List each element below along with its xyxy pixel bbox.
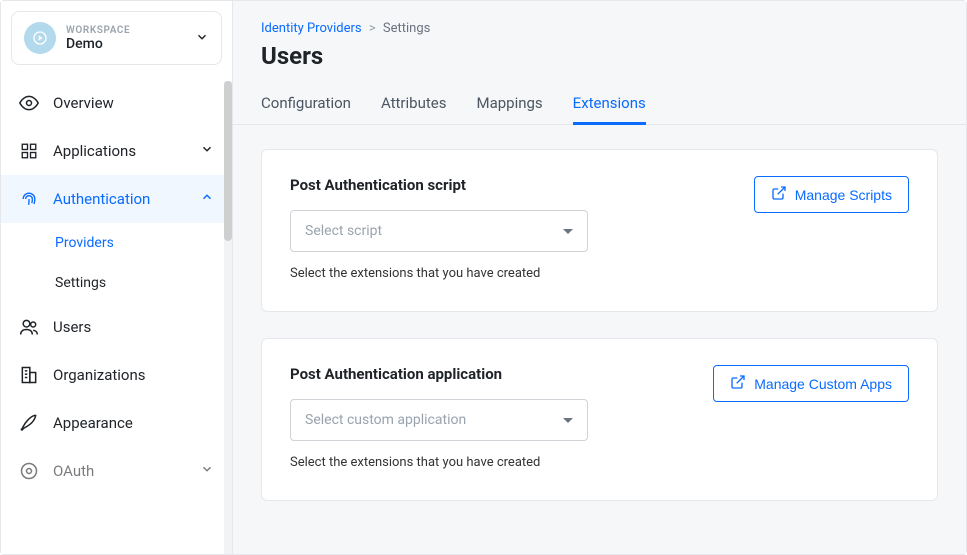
sidebar-subitem-settings[interactable]: Settings — [1, 263, 232, 303]
select-custom-application[interactable]: Select custom application — [290, 399, 588, 441]
main-content: Identity Providers > Settings Users Conf… — [233, 1, 966, 554]
external-link-icon — [771, 185, 787, 204]
manage-custom-apps-button[interactable]: Manage Custom Apps — [713, 365, 909, 402]
sidebar: WORKSPACE Demo Overview Applications — [1, 1, 233, 554]
card-hint: Select the extensions that you have crea… — [290, 266, 734, 281]
breadcrumb: Identity Providers > Settings — [261, 21, 938, 36]
chevron-down-icon — [200, 142, 214, 160]
button-label: Manage Scripts — [795, 187, 892, 203]
sidebar-item-label: Organizations — [53, 366, 214, 384]
workspace-label: WORKSPACE — [66, 25, 185, 36]
page-title: Users — [261, 42, 938, 70]
sidebar-subitem-providers[interactable]: Providers — [1, 223, 232, 263]
building-icon — [19, 365, 39, 385]
card-post-auth-script: Post Authentication script Select script… — [261, 149, 938, 312]
sidebar-item-label: Overview — [53, 94, 214, 112]
sidebar-item-overview[interactable]: Overview — [1, 79, 232, 127]
tab-extensions[interactable]: Extensions — [573, 84, 646, 125]
chevron-down-icon — [200, 462, 214, 480]
pen-icon — [19, 413, 39, 433]
sidebar-item-authentication[interactable]: Authentication — [1, 175, 232, 223]
sidebar-item-users[interactable]: Users — [1, 303, 232, 351]
sidebar-subitem-label: Settings — [55, 275, 106, 291]
tab-mappings[interactable]: Mappings — [476, 84, 542, 125]
scrollbar-thumb[interactable] — [224, 81, 232, 241]
card-title: Post Authentication application — [290, 365, 693, 383]
sidebar-item-label: Users — [53, 318, 214, 336]
breadcrumb-current: Settings — [383, 21, 430, 36]
tab-attributes[interactable]: Attributes — [381, 84, 447, 125]
sidebar-item-appearance[interactable]: Appearance — [1, 399, 232, 447]
breadcrumb-link-parent[interactable]: Identity Providers — [261, 21, 362, 36]
sidebar-item-organizations[interactable]: Organizations — [1, 351, 232, 399]
fingerprint-icon — [19, 189, 39, 209]
users-icon — [19, 317, 39, 337]
sidebar-item-oauth[interactable]: OAuth — [1, 447, 232, 495]
sidebar-item-label: Authentication — [53, 190, 186, 208]
tab-configuration[interactable]: Configuration — [261, 84, 351, 125]
sidebar-item-label: Applications — [53, 142, 186, 160]
sidebar-subitem-label: Providers — [55, 235, 114, 251]
breadcrumb-separator: > — [369, 21, 376, 36]
sidebar-item-label: Appearance — [53, 414, 214, 432]
sidebar-nav: Overview Applications Authentication — [1, 75, 232, 495]
workspace-name: Demo — [66, 36, 185, 52]
workspace-logo-icon — [24, 22, 56, 54]
chevron-up-icon — [200, 190, 214, 208]
chevron-down-icon — [195, 29, 209, 48]
sidebar-item-label: OAuth — [53, 462, 186, 480]
caret-down-icon — [563, 229, 573, 234]
page-header: Identity Providers > Settings Users Conf… — [233, 1, 966, 125]
sidebar-item-applications[interactable]: Applications — [1, 127, 232, 175]
oauth-icon — [19, 461, 39, 481]
select-script[interactable]: Select script — [290, 210, 588, 252]
button-label: Manage Custom Apps — [754, 376, 892, 392]
apps-icon — [19, 141, 39, 161]
tabs: Configuration Attributes Mappings Extens… — [261, 84, 938, 124]
card-title: Post Authentication script — [290, 176, 734, 194]
select-placeholder: Select script — [305, 223, 382, 239]
eye-icon — [19, 93, 39, 113]
content-area: Post Authentication script Select script… — [233, 125, 966, 554]
select-placeholder: Select custom application — [305, 412, 466, 428]
card-hint: Select the extensions that you have crea… — [290, 455, 693, 470]
card-post-auth-application: Post Authentication application Select c… — [261, 338, 938, 501]
sidebar-scrollbar[interactable] — [224, 81, 232, 554]
caret-down-icon — [563, 418, 573, 423]
manage-scripts-button[interactable]: Manage Scripts — [754, 176, 909, 213]
external-link-icon — [730, 374, 746, 393]
workspace-switcher[interactable]: WORKSPACE Demo — [11, 11, 222, 65]
